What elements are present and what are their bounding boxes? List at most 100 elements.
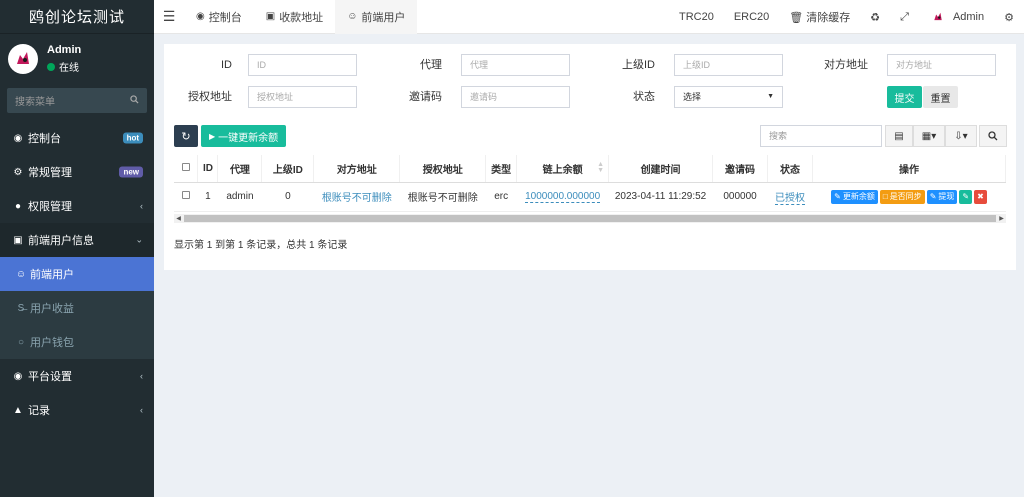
col-invite-code[interactable]: 邀请码	[712, 155, 768, 183]
col-created-time[interactable]: 创建时间	[608, 155, 714, 183]
cogs-icon: ⚙	[13, 166, 23, 178]
target-address-input[interactable]: 对方地址	[887, 54, 996, 76]
horizontal-scrollbar[interactable]: ◀ ▶	[174, 214, 1006, 223]
cell-type: erc	[485, 182, 517, 212]
search-icon	[130, 94, 139, 107]
users-table: ID 代理 上级ID 对方地址 授权地址 类型 链上余额 ▲ ▼ 创建时间 邀请码 …	[174, 155, 1007, 212]
col-id[interactable]: ID	[197, 155, 219, 183]
chevron-left-icon: ‹	[140, 405, 143, 415]
avatar	[8, 44, 38, 74]
reset-button[interactable]: 重置	[923, 86, 958, 108]
columns-icon: ▦▾	[921, 130, 937, 142]
edit-icon: ✎	[834, 192, 841, 201]
fullscreen-icon[interactable]: ⤢	[890, 11, 919, 24]
sidebar-item-general[interactable]: ⚙ 常规管理 new	[0, 155, 154, 189]
sidebar-item-frontend-users[interactable]: ☺ 前端用户	[0, 257, 154, 291]
invite-code-label: 邀请码	[409, 91, 442, 103]
toggle-view-button[interactable]: ▤	[885, 125, 913, 147]
brand-title[interactable]: 鸥创论坛测试	[0, 0, 154, 34]
col-parent-id[interactable]: 上级ID	[261, 155, 315, 183]
id-label: ID	[221, 59, 232, 71]
table-search-input[interactable]: 搜索	[760, 125, 882, 147]
cell-auth-address: 根账号不可删除	[399, 182, 486, 212]
trc20-link[interactable]: TRC20	[669, 11, 724, 23]
cell-invite-code: 000000	[712, 182, 768, 212]
select-all-checkbox[interactable]	[174, 155, 199, 183]
area-chart-icon: ▲	[13, 404, 23, 416]
tab-frontend-users[interactable]: ☺ 前端用户	[335, 0, 418, 34]
update-all-balance-button[interactable]: ▶ 一键更新余额	[201, 125, 287, 147]
trash-icon: ✖	[977, 192, 984, 201]
status-label: 状态	[633, 91, 655, 103]
agent-input[interactable]: 代理	[461, 54, 570, 76]
col-agent[interactable]: 代理	[217, 155, 263, 183]
col-type[interactable]: 类型	[485, 155, 518, 183]
pencil-icon: ✎	[962, 192, 970, 201]
user-circle-icon: ☺	[15, 268, 27, 280]
admin-menu[interactable]: Admin	[919, 8, 994, 26]
dashboard-icon: ◉	[196, 11, 205, 22]
cell-chain-balance[interactable]: 1000000.000000	[516, 182, 609, 212]
auth-address-label: 授权地址	[188, 91, 232, 103]
scroll-right-icon[interactable]: ▶	[997, 214, 1006, 223]
target-address-label: 对方地址	[824, 59, 868, 71]
users-icon: ●	[14, 200, 22, 212]
cell-target-address[interactable]: 根账号不可删除	[313, 182, 400, 212]
tab-receive-address[interactable]: ▣ 收款地址	[254, 0, 335, 34]
sidebar: 鸥创论坛测试 Admin 在线 搜索菜单 ◉ 控制台 hot ⚙ 常规管理 ne…	[0, 0, 154, 497]
strikethrough-icon: S̶	[17, 302, 25, 314]
cell-id: 1	[197, 182, 218, 212]
chevron-left-icon: ‹	[140, 201, 143, 211]
columns-button[interactable]: ▦▾	[913, 125, 945, 147]
hot-badge: hot	[122, 132, 143, 144]
status-select[interactable]: 选择 ▼	[674, 86, 783, 108]
pagination-info: 显示第 1 到第 1 条记录，总共 1 条记录	[174, 240, 348, 251]
cell-status[interactable]: 已授权	[767, 182, 813, 212]
sidebar-item-frontend-users-info[interactable]: ▣ 前端用户信息 ⌄	[0, 223, 154, 257]
sidebar-item-user-earnings[interactable]: S̶ 用户收益	[0, 291, 154, 325]
auth-address-input[interactable]: 授权地址	[248, 86, 357, 108]
refresh-button[interactable]: ↻	[174, 125, 198, 147]
submenu: ☺ 前端用户 S̶ 用户收益 ○ 用户钱包	[0, 257, 154, 359]
scroll-thumb[interactable]	[184, 215, 996, 222]
menu-toggle-icon[interactable]: ☰	[154, 0, 184, 34]
parent-id-label: 上级ID	[622, 59, 655, 71]
scroll-left-icon[interactable]: ◀	[174, 214, 183, 223]
dashboard-icon: ◉	[13, 132, 23, 144]
withdraw-button[interactable]: ✎ 提现	[926, 189, 958, 204]
id-input[interactable]: ID	[248, 54, 357, 76]
col-status[interactable]: 状态	[767, 155, 813, 183]
cogs-icon[interactable]: ⚙	[994, 11, 1024, 24]
sidebar-item-dashboard[interactable]: ◉ 控制台 hot	[0, 121, 154, 155]
update-balance-button[interactable]: ✎ 更新余额	[831, 189, 878, 204]
language-icon[interactable]: ♻	[860, 11, 890, 24]
edit-button[interactable]: ✎	[959, 189, 973, 204]
sidebar-item-platform-settings[interactable]: ◉ 平台设置 ‹	[0, 359, 154, 393]
dot-circle-icon: ◉	[13, 370, 23, 382]
user-status: 在线	[47, 59, 81, 74]
caret-down-icon: ▼	[767, 93, 774, 100]
col-target-address[interactable]: 对方地址	[313, 155, 401, 183]
col-auth-address[interactable]: 授权地址	[399, 155, 487, 183]
parent-id-input[interactable]: 上级ID	[674, 54, 783, 76]
clear-cache-button[interactable]: 🗑 清除缓存	[779, 9, 860, 25]
submit-button[interactable]: 提交	[887, 86, 922, 108]
menu-search-input[interactable]: 搜索菜单	[7, 88, 147, 113]
table-header-row: ID 代理 上级ID 对方地址 授权地址 类型 链上余额 ▲ ▼ 创建时间 邀请码 …	[174, 155, 1007, 183]
col-chain-balance[interactable]: 链上余额 ▲ ▼	[516, 155, 610, 183]
main-panel: ID ID 代理 代理 上级ID 上级ID 对方地址 对方地址 授权地址 授权地…	[164, 44, 1016, 270]
erc20-link[interactable]: ERC20	[724, 11, 779, 23]
row-checkbox[interactable]	[174, 182, 198, 212]
advanced-search-button[interactable]	[979, 125, 1007, 147]
delete-button[interactable]: ✖	[974, 189, 987, 204]
sidebar-item-permissions[interactable]: ● 权限管理 ‹	[0, 189, 154, 223]
tab-dashboard[interactable]: ◉ 控制台	[184, 0, 254, 34]
chevron-left-icon: ‹	[140, 371, 143, 381]
sidebar-item-records[interactable]: ▲ 记录 ‹	[0, 393, 154, 427]
topbar: ☰ ◉ 控制台 ▣ 收款地址 ☺ 前端用户 TRC20 ERC20 🗑 清除缓存 ♻ ⤢…	[154, 0, 1024, 34]
sync-button[interactable]: □ 是否同步	[879, 189, 925, 204]
sidebar-item-user-wallet[interactable]: ○ 用户钱包	[0, 325, 154, 359]
invite-code-input[interactable]: 邀请码	[461, 86, 570, 108]
export-button[interactable]: ⇩▾	[945, 125, 977, 147]
sort-icon: ▲ ▼	[597, 161, 605, 175]
